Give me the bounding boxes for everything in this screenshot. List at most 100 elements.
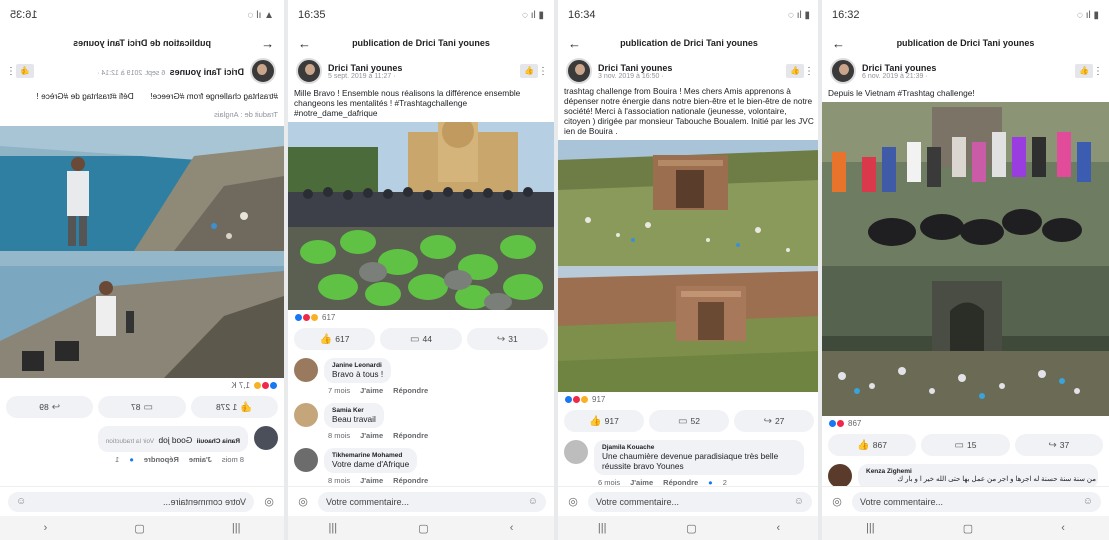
- share-button[interactable]: ↪ 27: [734, 410, 814, 432]
- share-button[interactable]: ↪ 31: [466, 328, 548, 350]
- comment-bubble[interactable]: Janine Leonardi Bravo à tous !: [324, 358, 392, 383]
- recents-icon[interactable]: |||: [232, 522, 241, 534]
- avatar[interactable]: [566, 58, 592, 84]
- avatar[interactable]: [830, 58, 856, 84]
- avatar[interactable]: [294, 358, 318, 382]
- comment-button[interactable]: ▭ 52: [649, 410, 729, 432]
- more-icon[interactable]: ⋮: [6, 66, 16, 77]
- post-image-before[interactable]: [558, 140, 820, 266]
- comment-like-link[interactable]: J'aime: [189, 455, 212, 464]
- more-icon[interactable]: ⋮: [1093, 66, 1103, 77]
- signal-icons: ▲ ıl ◌: [247, 9, 274, 21]
- avatar[interactable]: [296, 58, 322, 84]
- commenter-name[interactable]: Janine Leonardi: [332, 362, 383, 369]
- arrow-left-icon[interactable]: ←: [568, 36, 590, 51]
- arrow-left-icon[interactable]: ←: [298, 36, 320, 51]
- author-name[interactable]: Drici Tani younes: [862, 63, 1075, 73]
- comment-input[interactable]: Votre commentaire... ☺: [318, 491, 546, 512]
- comment-bubble[interactable]: Tikhemarine Mohamed Votre dame d'Afrique: [324, 448, 418, 473]
- commenter-name[interactable]: Rania Chaouii: [197, 438, 240, 445]
- comment-reply-link[interactable]: Répondre: [393, 386, 428, 395]
- comment-input[interactable]: Votre commentaire... ☺: [852, 491, 1101, 512]
- comment-reply-link[interactable]: Répondre: [144, 455, 179, 464]
- smile-icon[interactable]: ☺: [528, 496, 538, 507]
- recents-icon[interactable]: |||: [866, 522, 875, 534]
- recents-icon[interactable]: |||: [598, 522, 607, 534]
- reaction-count: 617: [322, 312, 336, 322]
- avatar[interactable]: [254, 426, 278, 450]
- back-chevron-icon[interactable]: ‹: [1061, 522, 1065, 534]
- commenter-name[interactable]: Tikhemarine Mohamed: [332, 452, 409, 459]
- like-button[interactable]: 👍 617: [294, 328, 376, 350]
- camera-icon[interactable]: ◎: [830, 495, 844, 508]
- back-chevron-icon[interactable]: ‹: [776, 522, 780, 534]
- smile-icon[interactable]: ☺: [16, 496, 26, 507]
- like-button[interactable]: 👍 917: [564, 410, 644, 432]
- home-icon[interactable]: ▢: [418, 522, 428, 535]
- like-button[interactable]: 👍 867: [828, 434, 917, 456]
- comment-input[interactable]: Votre commentaire... ☺: [588, 491, 812, 512]
- post-image-beach[interactable]: [0, 126, 284, 378]
- comment-bubble-icon: ▭: [143, 401, 153, 413]
- avatar[interactable]: [828, 464, 852, 488]
- smile-icon[interactable]: ☺: [1083, 496, 1093, 507]
- avatar[interactable]: [250, 58, 276, 84]
- like-button[interactable]: 👍 1 278: [190, 396, 278, 418]
- comment-bubble[interactable]: Rania Chaouii Good job Voir la traductio…: [97, 426, 248, 452]
- post-image-after[interactable]: [558, 266, 820, 392]
- comment-input[interactable]: Votre commentaire... ☺: [8, 491, 254, 512]
- comment-reply-link[interactable]: Répondre: [393, 476, 428, 485]
- commenter-name[interactable]: Kenza Zighemi: [866, 468, 1090, 475]
- comment-button[interactable]: ▭ 87: [98, 396, 186, 418]
- title-bar: ← publication de Drici Tani younes: [822, 30, 1109, 56]
- comment-button[interactable]: ▭ 44: [380, 328, 462, 350]
- comment-like-link[interactable]: J'aime: [360, 476, 383, 485]
- back-chevron-icon[interactable]: ‹: [44, 522, 48, 534]
- avatar[interactable]: [294, 403, 318, 427]
- home-icon[interactable]: ▢: [963, 522, 973, 535]
- reaction-summary[interactable]: 1,7 K: [0, 378, 284, 392]
- recents-icon[interactable]: |||: [329, 522, 338, 534]
- camera-icon[interactable]: ◎: [262, 495, 276, 508]
- comment-bubble[interactable]: Samia Ker Beau travail: [324, 403, 384, 428]
- translation-note[interactable]: Traduit de : Anglais: [208, 108, 284, 122]
- commenter-name[interactable]: Djamila Kouache: [602, 444, 796, 451]
- post-image-site[interactable]: [822, 266, 1109, 416]
- share-button[interactable]: ↪ 89: [6, 396, 94, 418]
- thumb-up-icon[interactable]: 👍: [786, 64, 804, 78]
- thumb-up-icon[interactable]: 👍: [16, 64, 34, 78]
- comment-like-link[interactable]: J'aime: [360, 386, 383, 395]
- home-icon[interactable]: ▢: [134, 522, 144, 535]
- comment-reply-link[interactable]: Répondre: [393, 431, 428, 440]
- share-button[interactable]: ↪ 37: [1014, 434, 1103, 456]
- reaction-summary[interactable]: 917: [558, 392, 820, 406]
- avatar[interactable]: [564, 440, 588, 464]
- thumb-up-icon[interactable]: 👍: [1075, 64, 1093, 78]
- comment-time: 7 mois: [328, 386, 351, 395]
- more-icon[interactable]: ⋮: [538, 66, 548, 77]
- commenter-name[interactable]: Samia Ker: [332, 407, 376, 414]
- arrow-left-icon[interactable]: ←: [832, 36, 854, 51]
- comment-like-link[interactable]: J'aime: [360, 431, 383, 440]
- thumb-up-icon[interactable]: 👍: [520, 64, 538, 78]
- home-icon[interactable]: ▢: [686, 522, 696, 535]
- camera-icon[interactable]: ◎: [566, 495, 580, 508]
- signal-icons: ◌ ıl ▮: [787, 9, 810, 21]
- back-chevron-icon[interactable]: ‹: [510, 522, 514, 534]
- post-image-group[interactable]: [288, 122, 554, 310]
- reaction-summary[interactable]: 617: [288, 310, 554, 324]
- author-name[interactable]: Drici Tani younes: [328, 63, 520, 73]
- comment-bubble[interactable]: Djamila Kouache Une chaumière devenue pa…: [594, 440, 804, 475]
- camera-icon[interactable]: ◎: [296, 495, 310, 508]
- smile-icon[interactable]: ☺: [794, 496, 804, 507]
- author-name[interactable]: Drici Tani younes: [170, 67, 244, 77]
- arrow-left-icon[interactable]: ←: [252, 36, 274, 51]
- comment-bubble-icon: ▭: [678, 415, 688, 427]
- avatar[interactable]: [294, 448, 318, 472]
- more-icon[interactable]: ⋮: [804, 66, 814, 77]
- reaction-summary[interactable]: 867: [822, 416, 1109, 430]
- comment-button[interactable]: ▭ 15: [921, 434, 1010, 456]
- see-translation-link[interactable]: Voir la traduction: [106, 438, 154, 445]
- author-name[interactable]: Drici Tani younes: [598, 63, 786, 73]
- post-image-group[interactable]: [822, 102, 1109, 266]
